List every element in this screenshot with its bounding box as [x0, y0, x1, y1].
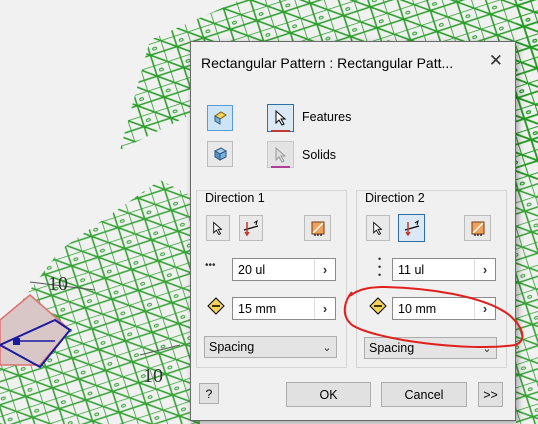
red-annotation-circle [343, 285, 524, 349]
